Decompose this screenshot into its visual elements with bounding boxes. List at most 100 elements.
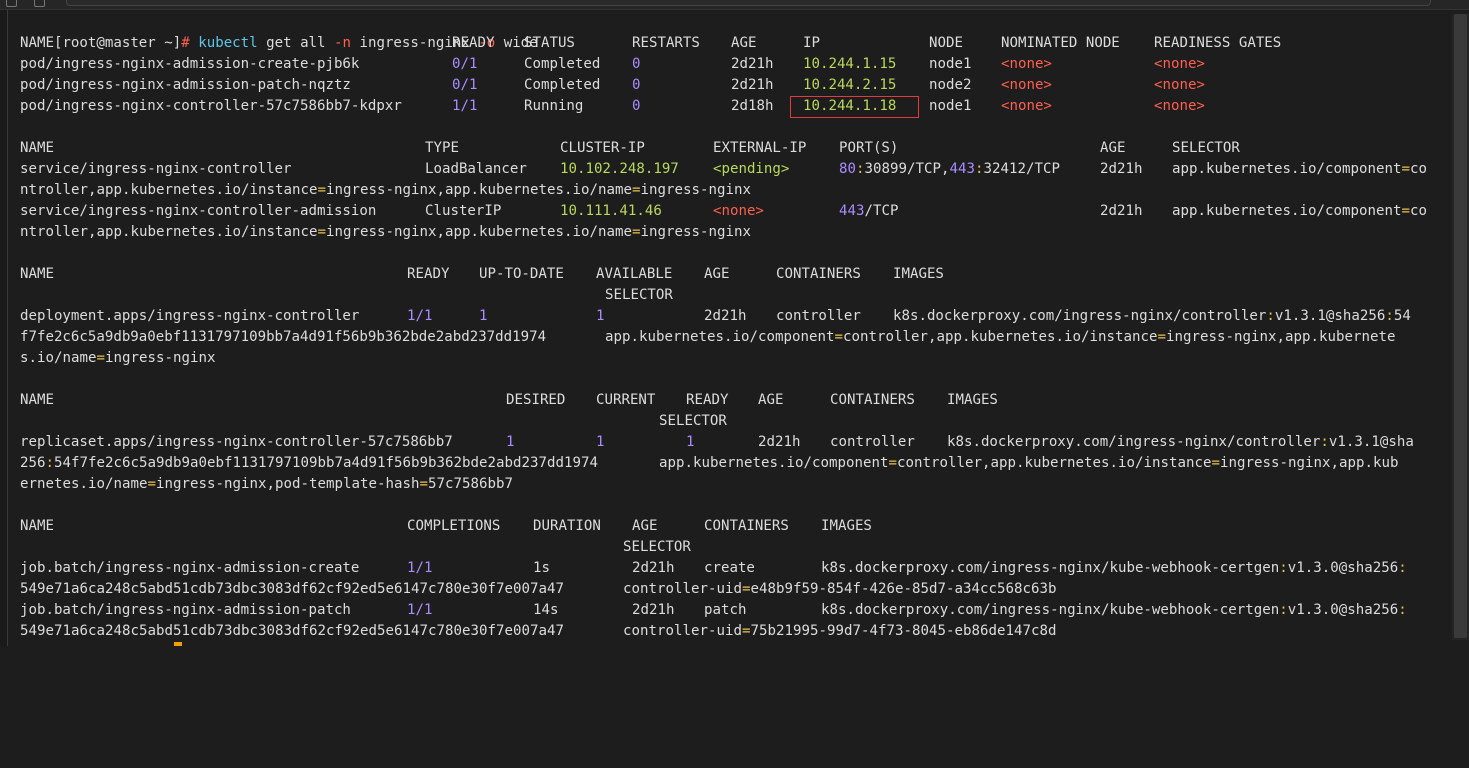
pod-ready-count: 1 [452,98,461,114]
service-cluster-ip: 10.102.248.197 [560,161,679,177]
services-header: NAME TYPE CLUSTER-IP EXTERNAL-IP PORT(S)… [20,138,1450,159]
job-image: k8s.dockerproxy.com/ingress-nginx/kube-w… [821,560,1280,576]
job-image-tag: :v1.3.0@sha256: [1279,602,1407,618]
deployment-selector: app.kubernetes.io/component=controller,a… [605,329,1396,345]
service-port: 80 [839,161,856,177]
scrollbar[interactable] [1452,14,1469,640]
replicaset-image: k8s.dockerproxy.com/ingress-nginx/contro… [947,434,1321,450]
ip-highlight-box [790,96,919,118]
pod-nominated: <none> [1001,56,1052,72]
service-age: 2d21h [1100,203,1143,219]
service-cluster-ip: 10.111.41.46 [560,203,662,219]
pod-ip: 10.244.1.15 [803,56,897,72]
table-row: replicaset.apps/ingress-nginx-controller… [20,432,1450,453]
column-header: NAME [20,140,54,156]
column-header: COMPLETIONS [407,518,501,534]
deployment-name: deployment.apps/ingress-nginx-controller [20,308,360,324]
column-header: IMAGES [947,392,998,408]
pod-restarts: 0 [632,98,641,114]
job-completions: 1 [407,602,416,618]
column-header: IMAGES [821,518,872,534]
table-row: service/ingress-nginx-controller LoadBal… [20,159,1450,180]
column-header: AGE [758,392,784,408]
column-header: AGE [632,518,658,534]
deployment-ready-total: /1 [415,308,433,324]
column-header: IP [803,35,820,51]
table-row: pod/ingress-nginx-admission-create-pjb6k… [20,54,1450,75]
service-port: 443 [949,161,975,177]
column-header: EXTERNAL-IP [713,140,807,156]
jobs-header: NAME COMPLETIONS DURATION AGE CONTAINERS… [20,516,1450,537]
column-header: UP-TO-DATE [479,266,564,282]
pod-ready-total: /1 [460,77,478,93]
terminal-cursor [174,642,182,646]
pod-ip: 10.244.2.15 [803,77,897,93]
service-port-proto: :32412/TCP [974,161,1060,177]
column-header: AGE [704,266,730,282]
service-age: 2d21h [1100,161,1143,177]
pod-restarts: 0 [632,77,641,93]
left-gutter [0,10,8,646]
window-control-icon[interactable] [6,0,17,7]
window-control-icon[interactable] [34,0,45,7]
pod-name: pod/ingress-nginx-controller-57c7586bb7-… [20,98,402,114]
column-header: PORT(S) [839,140,899,156]
column-header: SELECTOR [605,287,673,303]
table-row: pod/ingress-nginx-controller-57c7586bb7-… [20,96,1450,117]
job-containers: create [704,560,755,576]
replicaset-name: replicaset.apps/ingress-nginx-controller… [20,434,453,450]
pod-node: node1 [929,56,972,72]
column-header: NAME [20,392,54,408]
job-selector: controller-uid=75b21995-99d7-4f73-8045-e… [623,623,1057,639]
window-top-bar [0,0,1469,10]
table-row: pod/ingress-nginx-admission-patch-nqztz … [20,75,1450,96]
column-header: NODE [929,35,963,51]
service-port: 443 [839,203,865,219]
service-selector-wrap: ntroller,app.kubernetes.io/instance=ingr… [20,224,751,240]
deployment-uptodate: 1 [479,308,488,324]
replicaset-selector-wrap: ernetes.io/name=ingress-nginx,pod-templa… [20,476,513,492]
pod-nominated: <none> [1001,77,1052,93]
pod-age: 2d18h [731,98,774,114]
pod-ready-count: 0 [452,77,461,93]
replicaset-current: 1 [596,434,605,450]
column-header: READY [452,35,495,51]
column-header: AVAILABLE [596,266,673,282]
job-completions-total: /1 [415,560,433,576]
job-image-digest: 549e71a6ca248c5abd51cdb73dbc3083df62cf92… [20,581,564,597]
pod-age: 2d21h [731,77,774,93]
service-type: LoadBalancer [425,161,527,177]
column-header: NAME [20,266,54,282]
scrollbar-thumb[interactable] [1454,14,1467,638]
service-external-ip: <pending> [713,161,790,177]
pod-status: Running [524,98,584,114]
pod-status: Completed [524,56,601,72]
service-selector: app.kubernetes.io/component=co [1172,161,1427,177]
service-external-ip: <none> [713,203,764,219]
table-row: service/ingress-nginx-controller-admissi… [20,201,1450,222]
table-row-wrap: 549e71a6ca248c5abd51cdb73dbc3083df62cf92… [20,579,1450,600]
tab-strip[interactable] [66,0,1431,6]
pods-header: NAME READY STATUS RESTARTS AGE IP NODE N… [20,33,1450,54]
column-header: DURATION [533,518,601,534]
pod-node: node1 [929,98,972,114]
deployment-age: 2d21h [704,308,747,324]
column-header: STATUS [524,35,575,51]
column-header: CONTAINERS [704,518,789,534]
deployment-ready-count: 1 [407,308,416,324]
service-name: service/ingress-nginx-controller-admissi… [20,203,377,219]
prompt-line: [root@master ~]# kubectl get all -n ingr… [20,12,538,51]
deployment-selector-wrap: s.io/name=ingress-nginx [20,350,216,366]
pod-ready-total: /1 [460,56,478,72]
column-header: DESIRED [506,392,566,408]
column-header: SELECTOR [659,413,727,429]
replicaset-desired: 1 [506,434,515,450]
service-port-proto: :30899/TCP, [855,161,950,177]
job-name: job.batch/ingress-nginx-admission-patch [20,602,351,618]
replicaset-selector: app.kubernetes.io/component=controller,a… [659,455,1399,471]
column-header: RESTARTS [632,35,700,51]
pod-gates: <none> [1154,56,1205,72]
column-header: NAME [20,35,54,51]
job-selector: controller-uid=e48b9f59-854f-426e-85d7-a… [623,581,1057,597]
service-type: ClusterIP [425,203,502,219]
